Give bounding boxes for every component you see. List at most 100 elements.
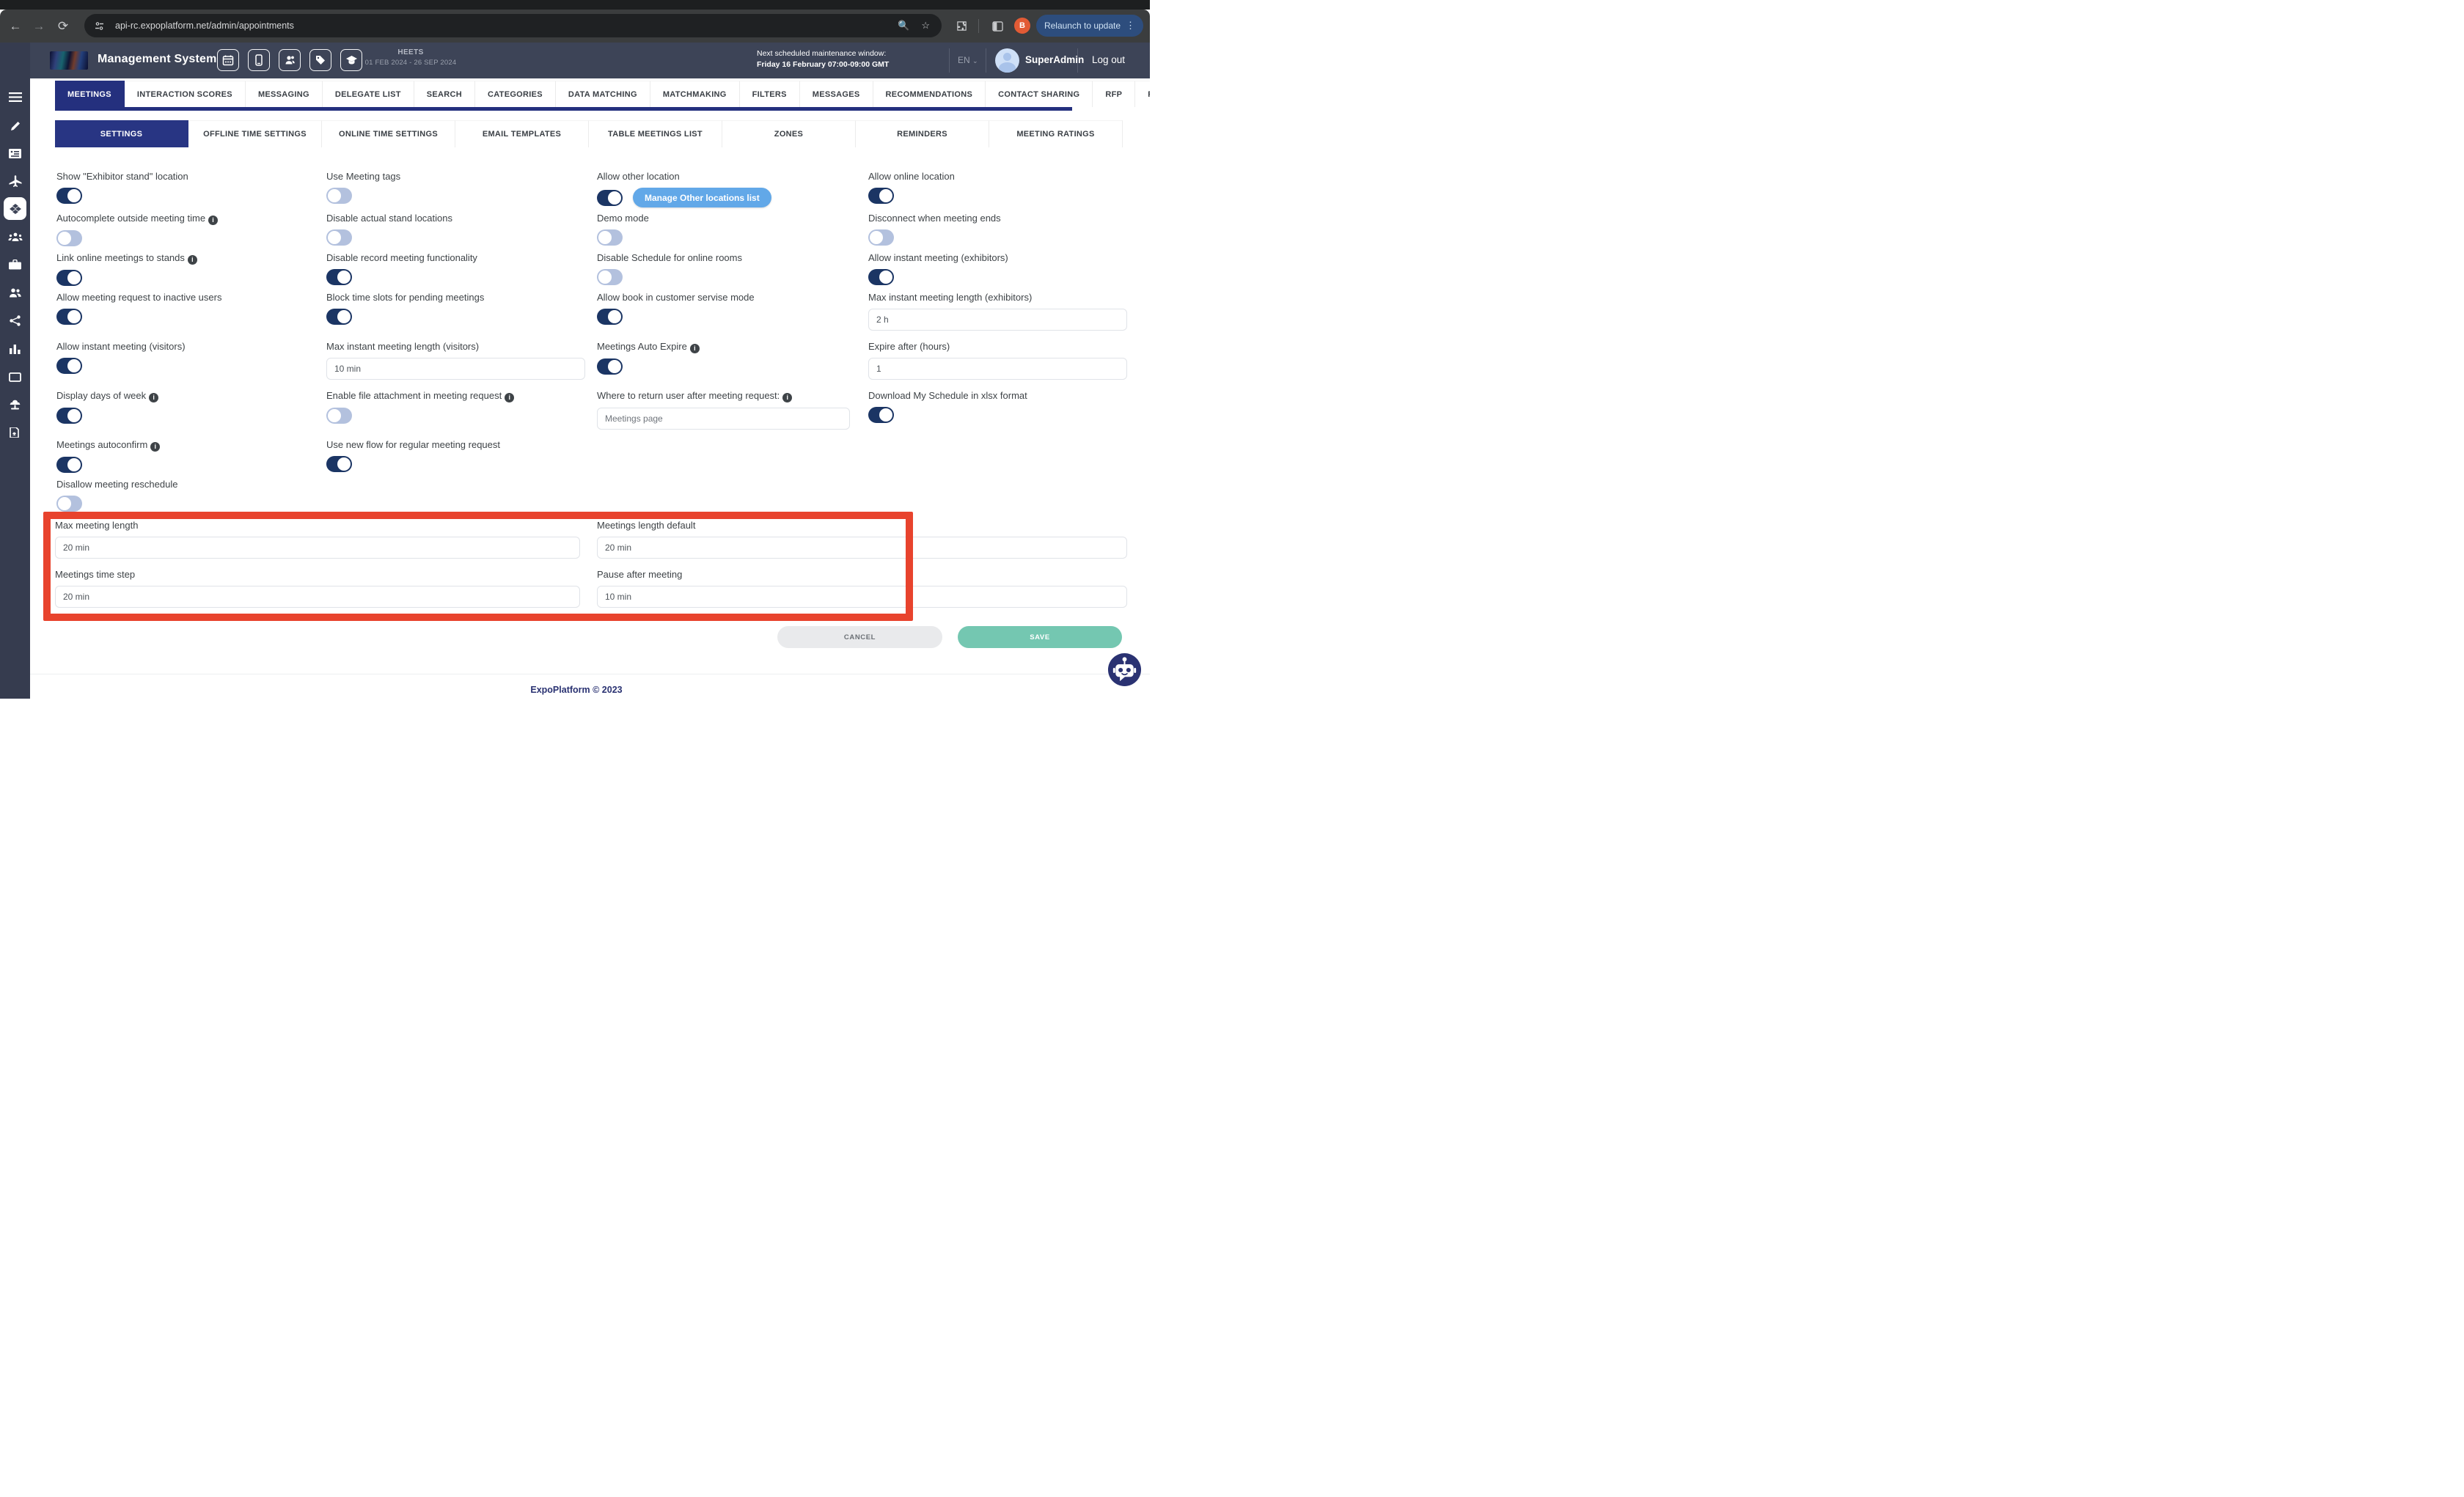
toggle-autocomplete-outside-meeting-time[interactable] bbox=[56, 230, 82, 246]
toggle-demo-mode[interactable] bbox=[597, 229, 623, 246]
toggle-allow-instant-meeting-visitors[interactable] bbox=[56, 358, 82, 374]
forward-icon[interactable]: → bbox=[28, 10, 50, 43]
tab-rfp[interactable]: RFP bbox=[1093, 81, 1135, 107]
toggle-download-my-schedule-xlsx[interactable] bbox=[868, 407, 894, 423]
toggle-disable-actual-stand-locations[interactable] bbox=[326, 229, 352, 246]
tab-meetings[interactable]: MEETINGS bbox=[55, 81, 125, 107]
tab-recommendations[interactable]: RECOMMENDATIONS bbox=[873, 81, 986, 107]
cancel-button[interactable]: CANCEL bbox=[777, 626, 942, 648]
setting-label: Demo mode bbox=[597, 213, 868, 224]
tab-matchmaking[interactable]: MATCHMAKING bbox=[650, 81, 740, 107]
tab-delegate-list[interactable]: DELEGATE LIST bbox=[323, 81, 414, 107]
toggle-link-online-meetings-to-stands[interactable] bbox=[56, 270, 82, 286]
toggle-display-days-of-week[interactable] bbox=[56, 408, 82, 424]
max-meeting-length-input[interactable] bbox=[55, 537, 580, 559]
toggle-show-exhibitor-stand-location[interactable] bbox=[56, 188, 82, 204]
subtab-meeting-ratings[interactable]: MEETING RATINGS bbox=[989, 120, 1123, 147]
briefcase-icon[interactable] bbox=[0, 254, 30, 276]
language-selector[interactable]: EN ⌄ bbox=[958, 55, 978, 65]
meeting-length-fields: Max meeting length Meetings length defau… bbox=[55, 514, 1127, 612]
toggle-meetings-auto-expire[interactable] bbox=[597, 358, 623, 375]
footer-copyright: ExpoPlatform © 2023 bbox=[30, 685, 1123, 695]
toggle-allow-other-location[interactable] bbox=[597, 190, 623, 206]
tab-messaging[interactable]: MESSAGING bbox=[246, 81, 323, 107]
back-icon[interactable]: ← bbox=[4, 10, 26, 43]
tab-data-matching[interactable]: DATA MATCHING bbox=[556, 81, 650, 107]
subtab-offline-time-settings[interactable]: OFFLINE TIME SETTINGS bbox=[188, 120, 322, 147]
browser-profile-avatar[interactable]: B bbox=[1014, 18, 1030, 34]
relaunch-button[interactable]: Relaunch to update ⋮ bbox=[1036, 15, 1143, 37]
delegates-icon[interactable] bbox=[0, 282, 30, 304]
tab-categories[interactable]: CATEGORIES bbox=[475, 81, 556, 107]
share-icon[interactable] bbox=[0, 309, 30, 331]
screen-icon[interactable] bbox=[0, 366, 30, 388]
subtab-zones[interactable]: ZONES bbox=[722, 120, 856, 147]
toggle-use-meeting-tags[interactable] bbox=[326, 188, 352, 204]
chatbot-icon[interactable] bbox=[1107, 652, 1142, 687]
zoom-out-icon[interactable]: 🔍 bbox=[898, 20, 909, 32]
expire-after-hours-input[interactable] bbox=[868, 358, 1127, 380]
subtab-settings[interactable]: SETTINGS bbox=[55, 120, 188, 147]
tab-messages[interactable]: MESSAGES bbox=[800, 81, 873, 107]
tab-rfs[interactable]: RFS bbox=[1135, 81, 1150, 107]
subtab-email-templates[interactable]: EMAIL TEMPLATES bbox=[455, 120, 589, 147]
setting-label: Where to return user after meeting reque… bbox=[597, 390, 868, 402]
pause-after-meeting-input[interactable] bbox=[597, 586, 1127, 608]
event-dates: 01 FEB 2024 - 26 SEP 2024 bbox=[352, 59, 469, 67]
subtab-online-time-settings[interactable]: ONLINE TIME SETTINGS bbox=[322, 120, 455, 147]
tab-contact-sharing[interactable]: CONTACT SHARING bbox=[986, 81, 1093, 107]
subtab-reminders[interactable]: REMINDERS bbox=[856, 120, 989, 147]
info-icon: i bbox=[208, 216, 218, 225]
calendar-icon[interactable] bbox=[217, 49, 239, 71]
bookmark-star-icon[interactable]: ☆ bbox=[921, 20, 930, 32]
stats-icon[interactable] bbox=[0, 338, 30, 360]
return-user-after-meeting-request-select[interactable]: Meetings page bbox=[597, 408, 850, 430]
save-button[interactable]: SAVE bbox=[958, 626, 1122, 648]
browser-menu-icon[interactable]: ⋮ bbox=[1126, 20, 1135, 32]
toggle-disallow-meeting-reschedule[interactable] bbox=[56, 496, 82, 512]
toggle-allow-instant-meeting-exhibitors[interactable] bbox=[868, 269, 894, 285]
logout-button[interactable]: Log out bbox=[1092, 54, 1125, 65]
tab-interaction-scores[interactable]: INTERACTION SCORES bbox=[125, 81, 246, 107]
max-instant-meeting-length-visitors-input[interactable] bbox=[326, 358, 585, 380]
manage-other-locations-button[interactable]: Manage Other locations list bbox=[633, 188, 771, 207]
setting-label: Display days of weeki bbox=[56, 390, 326, 402]
stand-icon[interactable] bbox=[0, 394, 30, 416]
setting-label: Meetings time step bbox=[55, 569, 597, 581]
info-icon: i bbox=[782, 393, 792, 402]
toggle-new-flow-regular-meeting[interactable] bbox=[326, 456, 352, 472]
toggle-disable-schedule-online-rooms[interactable] bbox=[597, 269, 623, 285]
sidebar-item-meetings-active[interactable] bbox=[4, 197, 26, 220]
pen-icon[interactable] bbox=[0, 115, 30, 137]
side-panel-icon[interactable] bbox=[986, 10, 1008, 43]
badge-card-icon[interactable] bbox=[0, 142, 30, 164]
meetings-time-step-input[interactable] bbox=[55, 586, 580, 608]
maintenance-notice: Next scheduled maintenance window: Frida… bbox=[757, 48, 940, 70]
toggle-allow-online-location[interactable] bbox=[868, 188, 894, 204]
toggle-meetings-autoconfirm[interactable] bbox=[56, 457, 82, 473]
subtab-table-meetings-list[interactable]: TABLE MEETINGS LIST bbox=[589, 120, 722, 147]
reload-icon[interactable]: ⟳ bbox=[52, 10, 74, 43]
toggle-allow-request-inactive-users[interactable] bbox=[56, 309, 82, 325]
menu-icon[interactable] bbox=[0, 86, 30, 108]
audience-icon[interactable] bbox=[0, 226, 30, 248]
sidebar bbox=[0, 43, 30, 699]
toggle-enable-file-attachment[interactable] bbox=[326, 408, 352, 424]
toggle-disable-record-meeting[interactable] bbox=[326, 269, 352, 285]
tab-search[interactable]: SEARCH bbox=[414, 81, 475, 107]
user-avatar[interactable] bbox=[995, 48, 1019, 73]
toggle-disconnect-when-meeting-ends[interactable] bbox=[868, 229, 894, 246]
mobile-app-icon[interactable] bbox=[248, 49, 270, 71]
extensions-icon[interactable] bbox=[950, 10, 972, 43]
site-info-icon[interactable] bbox=[94, 21, 105, 32]
meetings-length-default-input[interactable] bbox=[597, 537, 1127, 559]
url-bar[interactable]: api-rc.expoplatform.net/admin/appointmen… bbox=[84, 14, 942, 37]
travel-plane-icon[interactable] bbox=[0, 170, 30, 192]
toggle-allow-book-customer-service[interactable] bbox=[597, 309, 623, 325]
toggle-block-time-slots-pending[interactable] bbox=[326, 309, 352, 325]
file-upload-icon[interactable] bbox=[0, 422, 30, 444]
attendees-icon[interactable] bbox=[279, 49, 301, 71]
tag-icon[interactable] bbox=[309, 49, 331, 71]
max-instant-meeting-length-exhibitors-input[interactable] bbox=[868, 309, 1127, 331]
tab-filters[interactable]: FILTERS bbox=[740, 81, 800, 107]
